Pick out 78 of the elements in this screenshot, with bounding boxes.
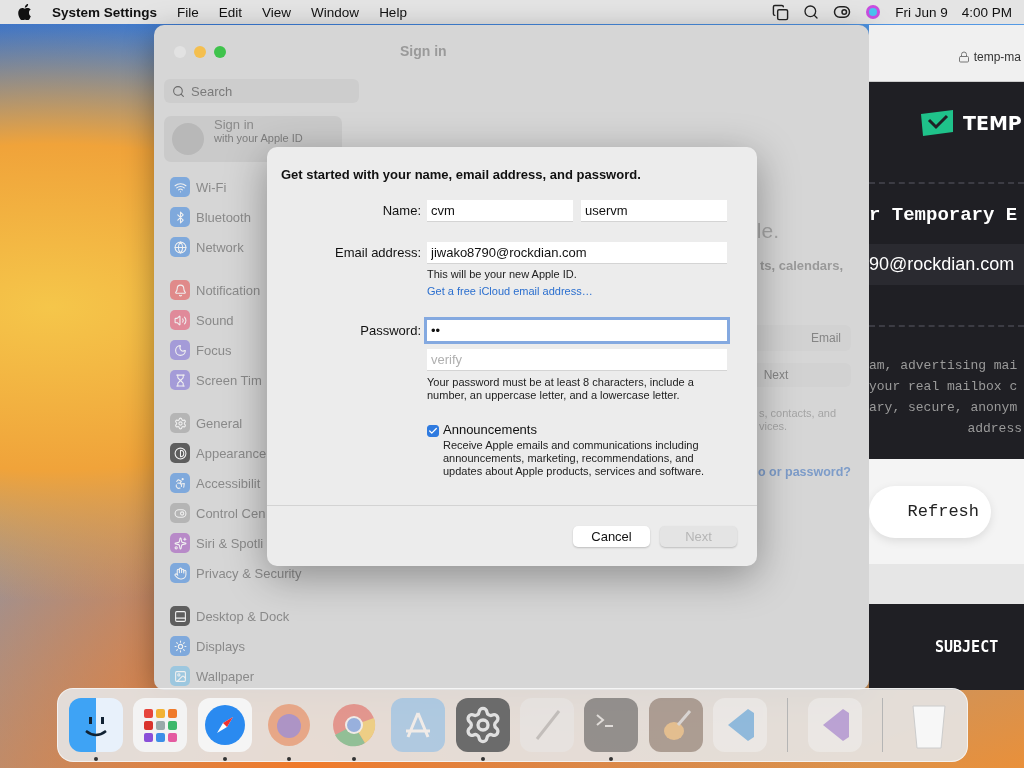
pane-link[interactable]: o or password? [757, 465, 851, 479]
guitar-icon[interactable] [648, 698, 703, 752]
running-dot [222, 757, 227, 761]
orb-icon[interactable] [865, 4, 882, 20]
refresh-button[interactable]: Refresh [869, 485, 991, 538]
email-address: 90@rockdian.com [869, 244, 1024, 285]
ribbon-icon[interactable] [713, 698, 768, 752]
dialog-button[interactable]: Cancel [573, 526, 650, 547]
menu-time[interactable]: 4:00 PM [961, 4, 1012, 20]
apple-logo-icon[interactable] [18, 4, 32, 20]
letter-a-icon[interactable] [391, 698, 446, 752]
page-title: r Temporary E [869, 204, 1019, 226]
account-title: Sign in [214, 118, 255, 132]
logo-text: TEMP [963, 112, 1022, 134]
description-line: ary, secure, anonym [869, 399, 1018, 417]
app-menu[interactable]: System Settings [52, 4, 158, 20]
sidebar-item[interactable]: Accessibilit [164, 468, 359, 498]
lock-icon [957, 51, 970, 63]
field-label: Password: [359, 323, 421, 338]
sidebar-item[interactable]: Focus [164, 335, 359, 365]
sidebar-item[interactable]: Displays [164, 631, 359, 661]
dialog-heading: Get started with your name, email address, and password. [280, 166, 642, 182]
running-dot [287, 757, 292, 761]
envelope-check-icon [919, 110, 955, 136]
checkbox[interactable] [427, 425, 439, 437]
checkbox-label: Announcements [443, 422, 538, 437]
menu-item[interactable]: Window [311, 4, 360, 20]
running-dot [609, 757, 614, 761]
menu-item[interactable]: Help [379, 4, 407, 20]
menu-date[interactable]: Fri Jun 9 [895, 4, 948, 20]
running-dot [480, 757, 485, 761]
gear-icon[interactable] [455, 698, 510, 752]
sidebar-item[interactable]: Privacy & Security [164, 558, 359, 588]
toggles-icon[interactable] [833, 3, 852, 21]
column-header: SUBJECT [935, 638, 999, 656]
icloud-link[interactable]: Get a free iCloud email address… [427, 285, 593, 297]
search-field[interactable]: Search [164, 79, 359, 103]
sidebar-item[interactable]: Wallpaper [164, 661, 359, 690]
sidebar-item[interactable]: Control Cen [164, 498, 359, 528]
password-field[interactable]: •• [427, 320, 727, 341]
sidebar-item[interactable]: Bluetooth [164, 202, 359, 232]
field-label: Email address: [334, 245, 421, 260]
smiling-face-icon[interactable] [68, 698, 123, 752]
sidebar-item[interactable]: Desktop & Dock [164, 601, 359, 631]
ribbon-icon[interactable] [807, 698, 862, 752]
sidebar-item[interactable]: Screen Tim [164, 365, 359, 395]
description-line: address [967, 420, 1022, 438]
zoom-button[interactable] [214, 46, 226, 58]
sidebar-item[interactable]: Appearance [164, 438, 359, 468]
verify-field[interactable]: verify [427, 349, 727, 370]
compass-icon[interactable] [197, 698, 252, 752]
password-hint: Your password must be at least 8 characters, include a number, an uppercase letter, and a lowercase letter. [427, 376, 695, 402]
search-icon[interactable] [803, 4, 820, 20]
menu-item[interactable]: Edit [218, 4, 243, 20]
last-name-field[interactable]: uservm [581, 200, 727, 221]
account-subtitle: with your Apple ID [214, 132, 303, 144]
app-grid-icon[interactable] [133, 698, 188, 752]
menu-item[interactable]: File [177, 4, 199, 20]
menu-item[interactable]: View [262, 4, 292, 20]
terminal-icon[interactable] [584, 698, 639, 752]
sidebar-item[interactable]: Siri & Spotli [164, 528, 359, 558]
sidebar-item[interactable]: Notification [164, 275, 359, 305]
field-note: This will be your new Apple ID. [427, 268, 578, 281]
field-label: Name: [381, 203, 421, 218]
sidebar-item[interactable]: General [164, 408, 359, 438]
running-dot [351, 757, 356, 761]
running-dot [93, 757, 98, 761]
description-line: your real mailbox c [869, 378, 1018, 396]
sidebar-item[interactable]: Sound [164, 305, 359, 335]
checkbox-description: Receive Apple emails and communications including announcements, marketing, recommendations, and updates about Apple products, services and software. [443, 439, 706, 478]
first-name-field[interactable]: cvm [427, 200, 573, 221]
window-title: Sign in [400, 43, 447, 59]
windows-icon[interactable] [772, 3, 790, 21]
pen-icon[interactable] [520, 698, 574, 752]
url-text[interactable]: temp-ma [973, 50, 1021, 64]
description-line: am, advertising mai [869, 357, 1018, 375]
email-field[interactable]: jiwako8790@rockdian.com [427, 242, 727, 263]
search-icon [172, 84, 185, 98]
